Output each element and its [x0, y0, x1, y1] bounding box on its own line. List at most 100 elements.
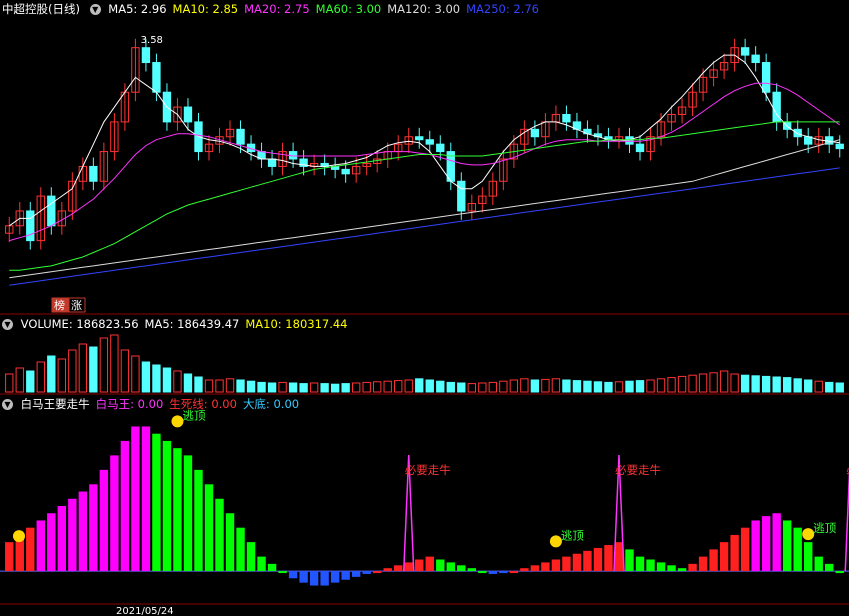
- indicator-bar: [488, 571, 498, 574]
- ma-label-1: MA10: 2.85: [172, 2, 239, 16]
- volume-bar: [688, 374, 697, 393]
- candle-body: [761, 62, 771, 93]
- indicator-bar: [478, 571, 487, 574]
- candle-body: [47, 195, 56, 227]
- indicator-bar: [446, 562, 455, 572]
- volume-bar: [68, 349, 77, 393]
- indicator-bar: [372, 571, 382, 574]
- indicator-bar: [804, 542, 813, 572]
- indicator-bar: [572, 553, 582, 572]
- volume-bar: [394, 380, 403, 393]
- candle-body: [751, 54, 760, 64]
- volume-bar: [677, 375, 687, 393]
- indicator-bar: [593, 547, 603, 572]
- indicator-bar: [194, 469, 203, 572]
- panel-control-icon[interactable]: ▼: [2, 319, 13, 330]
- badge-text: 涨: [71, 299, 82, 312]
- volume-bar: [804, 379, 813, 393]
- volume-bar: [47, 355, 56, 393]
- candle-body: [267, 158, 277, 167]
- volume-bar: [183, 373, 193, 393]
- indicator-bar: [288, 571, 298, 579]
- indicator-bar: [425, 556, 434, 572]
- volume-bar: [551, 378, 561, 393]
- volume-bar: [78, 343, 88, 393]
- indicator-bar: [740, 527, 750, 572]
- ma-label-5: MA250: 2.76: [466, 2, 539, 16]
- indicator-bar: [246, 542, 256, 572]
- indicator-bar: [562, 556, 571, 572]
- volume-bar: [562, 379, 571, 393]
- indicator-bar: [457, 565, 466, 572]
- indicator-bar: [467, 568, 477, 572]
- volume-bar: [520, 378, 529, 393]
- volume-bar: [415, 378, 424, 393]
- volume-bar: [656, 378, 666, 393]
- volume-bar: [436, 380, 445, 393]
- indicator-bar: [152, 433, 161, 572]
- panel-control-icon[interactable]: ▼: [89, 4, 101, 15]
- indicator-bar: [5, 542, 14, 572]
- candle-body: [793, 128, 802, 138]
- candle-body: [562, 113, 571, 123]
- volume-bar: [194, 376, 203, 393]
- escape-label: 逃顶: [561, 528, 584, 542]
- volume-bar: [404, 379, 413, 393]
- indicator-bar: [309, 571, 319, 586]
- panel-control-icon[interactable]: ▼: [2, 399, 13, 410]
- indicator-bar: [530, 565, 540, 572]
- volume-bar: [467, 383, 476, 393]
- volume-label-1: MA5: 186439.47: [144, 317, 240, 331]
- volume-bar: [488, 381, 498, 393]
- indicator-bar: [751, 520, 760, 572]
- candle-body: [425, 139, 434, 145]
- candle-body: [835, 143, 844, 150]
- volume-labels: VOLUME: 186823.56 MA5: 186439.47 MA10: 180…: [21, 317, 354, 331]
- escape-label: 逃顶: [813, 521, 836, 535]
- indicator-bar: [36, 520, 45, 572]
- candle-body: [152, 62, 161, 93]
- indicator-bar: [761, 516, 771, 572]
- indicator-bar: [625, 549, 634, 572]
- volume-bar: [583, 380, 592, 393]
- candle-body: [183, 106, 193, 123]
- volume-bar: [26, 370, 35, 393]
- volume-bar: [173, 370, 182, 393]
- volume-bar: [362, 381, 371, 393]
- indicator-bar: [89, 484, 98, 572]
- volume-bar: [446, 381, 455, 393]
- volume-bar: [667, 377, 676, 393]
- indicator-bar: [78, 491, 88, 572]
- ma-label-4: MA120: 3.00: [387, 2, 461, 16]
- bull-label: 必要走牛: [405, 463, 451, 477]
- indicator-bar: [141, 426, 151, 572]
- indicator-bar: [267, 563, 277, 572]
- indicator-bar: [677, 568, 687, 572]
- indicator-bar: [162, 440, 172, 572]
- volume-bar: [814, 380, 823, 393]
- volume-bar: [99, 337, 109, 393]
- indicator-bar: [225, 513, 235, 572]
- candle-body: [457, 180, 466, 212]
- ma-label-3: MA60: 3.00: [315, 2, 382, 16]
- indicator-bar: [793, 527, 802, 572]
- candle-body: [740, 47, 750, 56]
- volume-bar: [825, 381, 834, 393]
- indicator-bar: [635, 556, 645, 572]
- ma-label-0: MA5: 2.96: [108, 2, 167, 16]
- volume-bar: [152, 364, 161, 393]
- indicator-label-2: 生死线: 0.00: [169, 397, 237, 411]
- indicator-bar: [330, 571, 340, 583]
- candle-body: [141, 47, 151, 64]
- candle-body: [341, 168, 350, 175]
- indicator-bar: [646, 559, 655, 572]
- indicator-bar: [110, 455, 119, 572]
- volume-bar: [341, 383, 350, 393]
- volume-bar: [593, 381, 603, 393]
- volume-bar: [246, 380, 256, 393]
- indicator-bar: [26, 527, 35, 572]
- indicator-bar: [667, 565, 676, 572]
- volume-bar: [320, 383, 329, 393]
- indicator-bar: [299, 571, 308, 583]
- indicator-header: ▼ 白马王要走牛 白马王: 0.00 生死线: 0.00 大底: 0.00: [2, 396, 311, 412]
